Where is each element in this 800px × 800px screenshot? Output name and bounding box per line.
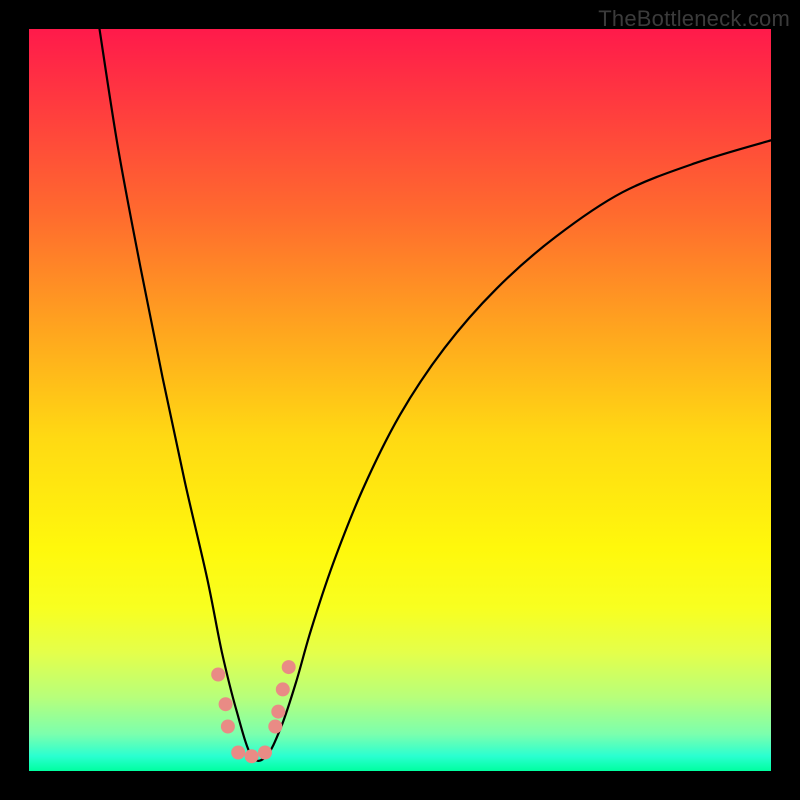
bottleneck-curve bbox=[100, 29, 772, 761]
data-marker bbox=[271, 705, 285, 719]
data-marker bbox=[231, 746, 245, 760]
data-marker bbox=[258, 746, 272, 760]
data-markers bbox=[211, 660, 296, 763]
chart-container: TheBottleneck.com bbox=[0, 0, 800, 800]
watermark: TheBottleneck.com bbox=[598, 6, 790, 32]
data-marker bbox=[282, 660, 296, 674]
data-marker bbox=[276, 682, 290, 696]
data-marker bbox=[268, 720, 282, 734]
curve-layer bbox=[29, 29, 771, 771]
data-marker bbox=[245, 749, 259, 763]
data-marker bbox=[211, 668, 225, 682]
plot-area bbox=[29, 29, 771, 771]
data-marker bbox=[221, 720, 235, 734]
data-marker bbox=[219, 697, 233, 711]
